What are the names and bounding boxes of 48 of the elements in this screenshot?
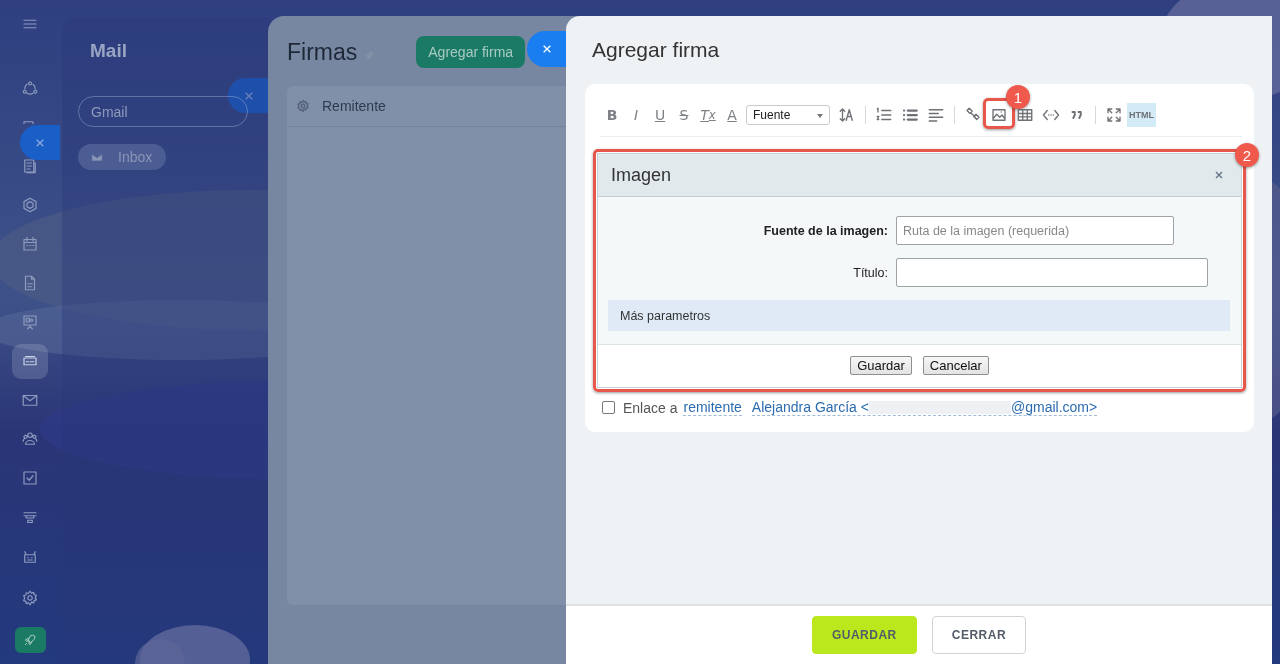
dialog-title: Imagen [611,164,672,186]
field-label: Título: [852,265,889,280]
step-badge: 1 [1006,85,1030,109]
feed-icon[interactable] [21,156,39,175]
html-button[interactable]: HTML [1127,103,1156,127]
close-button[interactable]: CERRAR [931,616,1027,654]
settings-icon[interactable] [21,588,39,607]
format-button[interactable]: U [648,103,672,127]
board-icon[interactable] [21,313,39,332]
sender-address-link[interactable]: Alejandra García < @gmail.com> [751,399,1098,416]
field-label: Fuente de la imagen: [762,223,889,238]
close-tab[interactable] [20,125,60,160]
calendar-icon[interactable] [21,234,39,253]
settings-icon[interactable] [296,99,310,113]
more-parameters-bar[interactable]: Más parametros [608,300,1230,331]
panel-title: Mail [90,40,127,62]
step-badge: 2 [1235,143,1259,167]
format-button[interactable]: S [672,103,696,127]
bullet-list-icon[interactable] [901,106,919,124]
font-size-icon[interactable] [838,106,856,124]
mail-icon [90,150,104,164]
column-header: Remitente [322,98,386,114]
close-icon[interactable] [1213,169,1225,181]
font-select[interactable]: Fuente [746,105,830,125]
panel-title: Agregar firma [591,37,721,62]
fullscreen-icon[interactable] [1105,106,1123,124]
panel-title: Firmas [287,38,358,66]
image-icon[interactable] [990,106,1008,124]
check-icon[interactable] [21,469,39,488]
option-label: Enlace a [623,399,678,416]
checkbox[interactable] [602,401,615,414]
folder-chip[interactable]: Inbox [78,144,167,170]
close-button[interactable] [527,31,566,67]
add-signature-button[interactable]: Agregar firma [416,36,526,68]
hexagon-icon[interactable] [21,195,39,214]
rocket-icon [23,632,37,647]
cancel-button[interactable]: Cancelar [922,356,989,375]
save-button[interactable]: GUARDAR [811,616,917,654]
format-button[interactable]: I [624,103,648,127]
format-button[interactable]: B [600,103,624,127]
align-left-icon[interactable] [927,106,945,124]
input-field[interactable]: Ruta de la imagen (requerida) [896,216,1174,245]
sender-link[interactable]: remitente [683,399,742,416]
input-field[interactable] [896,258,1208,287]
save-button[interactable]: Guardar [850,356,912,375]
table-icon[interactable] [1016,106,1034,124]
format-button[interactable]: A [720,103,744,127]
pulse-icon[interactable] [21,78,39,97]
